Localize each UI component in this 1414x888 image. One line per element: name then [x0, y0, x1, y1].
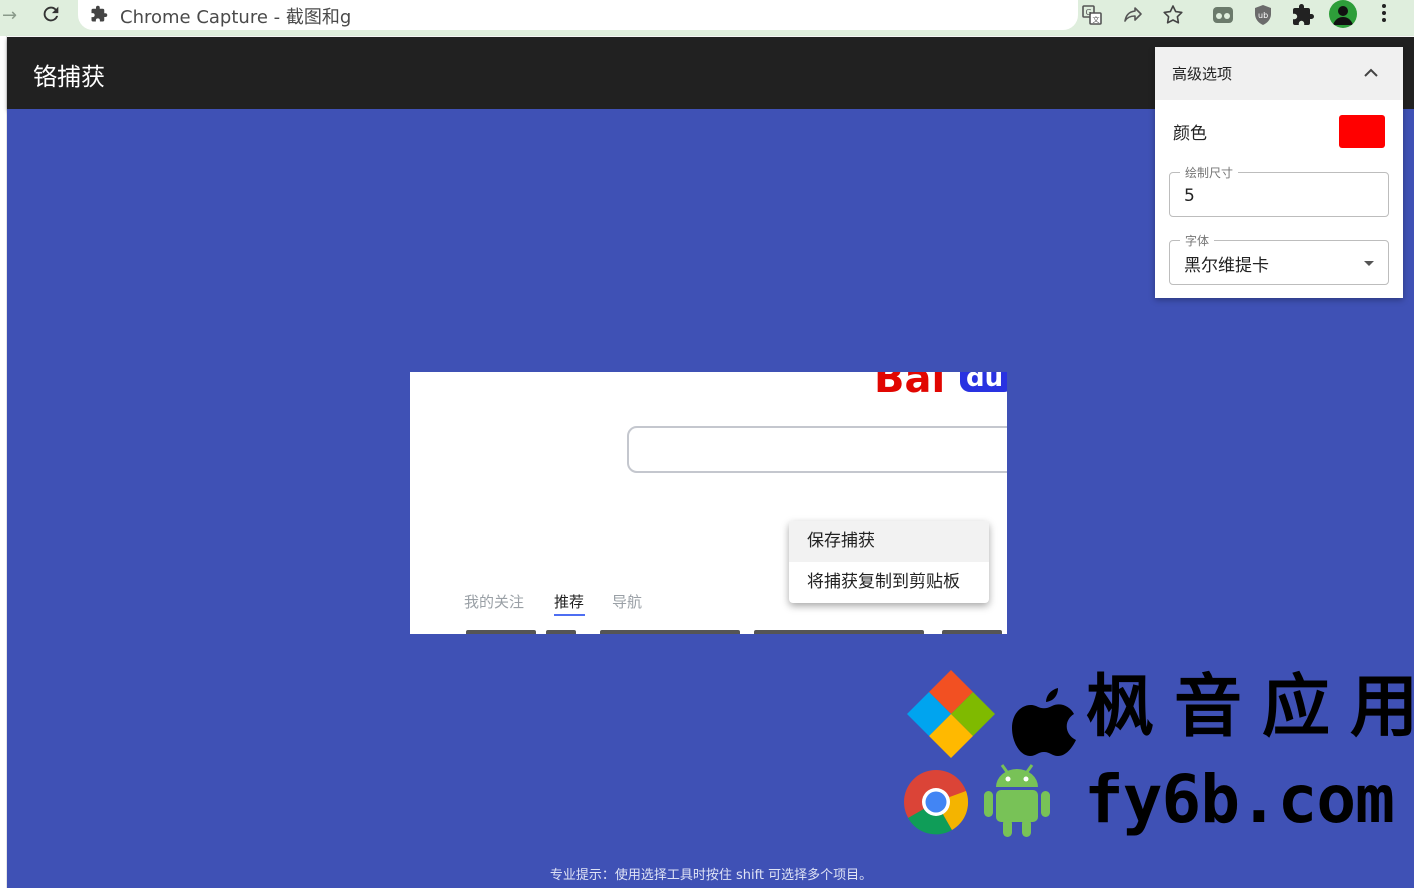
- profile-avatar[interactable]: [1329, 0, 1357, 28]
- draw-size-value: 5: [1184, 186, 1195, 206]
- capture-context-menu: 保存捕获 将捕获复制到剪贴板: [789, 521, 989, 603]
- app-root: → Chrome Capture - 截图和g G文 ub 铬捕获 Bai du…: [0, 0, 1414, 888]
- apple-logo-icon: [1012, 688, 1076, 756]
- svg-text:du: du: [966, 372, 1003, 393]
- captured-tab-navigation: 导航: [612, 593, 643, 611]
- forward-icon[interactable]: →: [2, 6, 22, 26]
- watermark-site-name: 枫音应用: [1086, 668, 1414, 747]
- android-logo-icon: [984, 764, 1050, 837]
- color-label: 颜色: [1173, 124, 1207, 144]
- font-select[interactable]: 字体 黑尔维提卡: [1169, 232, 1389, 285]
- captured-cut-off-text: [462, 626, 1007, 634]
- advanced-options-title: 高级选项: [1172, 65, 1233, 83]
- baidu-logo-image: Bai du: [874, 372, 1007, 394]
- color-picker-swatch[interactable]: [1339, 115, 1385, 148]
- share-icon[interactable]: [1121, 3, 1145, 27]
- dropdown-arrow-icon: [1364, 261, 1374, 266]
- extensions-puzzle-icon[interactable]: [1291, 3, 1315, 27]
- advanced-options-panel: 高级选项 颜色 绘制尺寸 5 字体 黑尔维提卡: [1155, 47, 1403, 298]
- puzzle-piece-icon: [90, 5, 108, 23]
- menu-item-save-capture[interactable]: 保存捕获: [789, 521, 989, 562]
- watermark-site-url: fy6b.com: [1084, 761, 1395, 838]
- reload-icon[interactable]: [40, 3, 62, 25]
- bookmark-star-icon[interactable]: [1161, 3, 1185, 27]
- font-label: 字体: [1180, 232, 1215, 249]
- page-title-in-omnibox: Chrome Capture - 截图和g: [120, 7, 350, 28]
- browser-menu-icon[interactable]: [1380, 4, 1388, 24]
- captured-tab-following: 我的关注: [464, 593, 525, 611]
- svg-text:文: 文: [1093, 15, 1100, 24]
- browser-toolbar: → Chrome Capture - 截图和g G文 ub: [0, 0, 1414, 36]
- extension-glasses-icon[interactable]: [1211, 3, 1235, 27]
- address-bar[interactable]: Chrome Capture - 截图和g: [78, 0, 1078, 30]
- captured-tab-underline: [554, 614, 585, 616]
- menu-item-copy-capture[interactable]: 将捕获复制到剪贴板: [789, 562, 989, 603]
- chevron-up-icon[interactable]: [1361, 63, 1381, 83]
- svg-text:G: G: [1086, 8, 1092, 17]
- advanced-options-header[interactable]: 高级选项: [1155, 47, 1403, 100]
- svg-text:ub: ub: [1258, 11, 1268, 20]
- draw-size-field[interactable]: 绘制尺寸 5: [1169, 164, 1389, 217]
- pro-tip-footer: 专业提示：使用选择工具时按住 shift 可选择多个项目。: [549, 868, 873, 883]
- draw-size-label: 绘制尺寸: [1180, 164, 1239, 181]
- svg-text:Bai: Bai: [874, 372, 945, 394]
- translate-icon[interactable]: G文: [1080, 3, 1104, 27]
- chrome-logo-icon: [904, 770, 969, 835]
- window-left-edge: [0, 36, 7, 888]
- captured-search-box: [627, 426, 1007, 473]
- captured-tab-recommended: 推荐: [554, 593, 585, 611]
- app-title: 铬捕获: [33, 63, 105, 91]
- ublock-shield-icon[interactable]: ub: [1251, 3, 1275, 27]
- windows-logo-icon: [907, 670, 995, 758]
- font-value: 黑尔维提卡: [1184, 256, 1269, 276]
